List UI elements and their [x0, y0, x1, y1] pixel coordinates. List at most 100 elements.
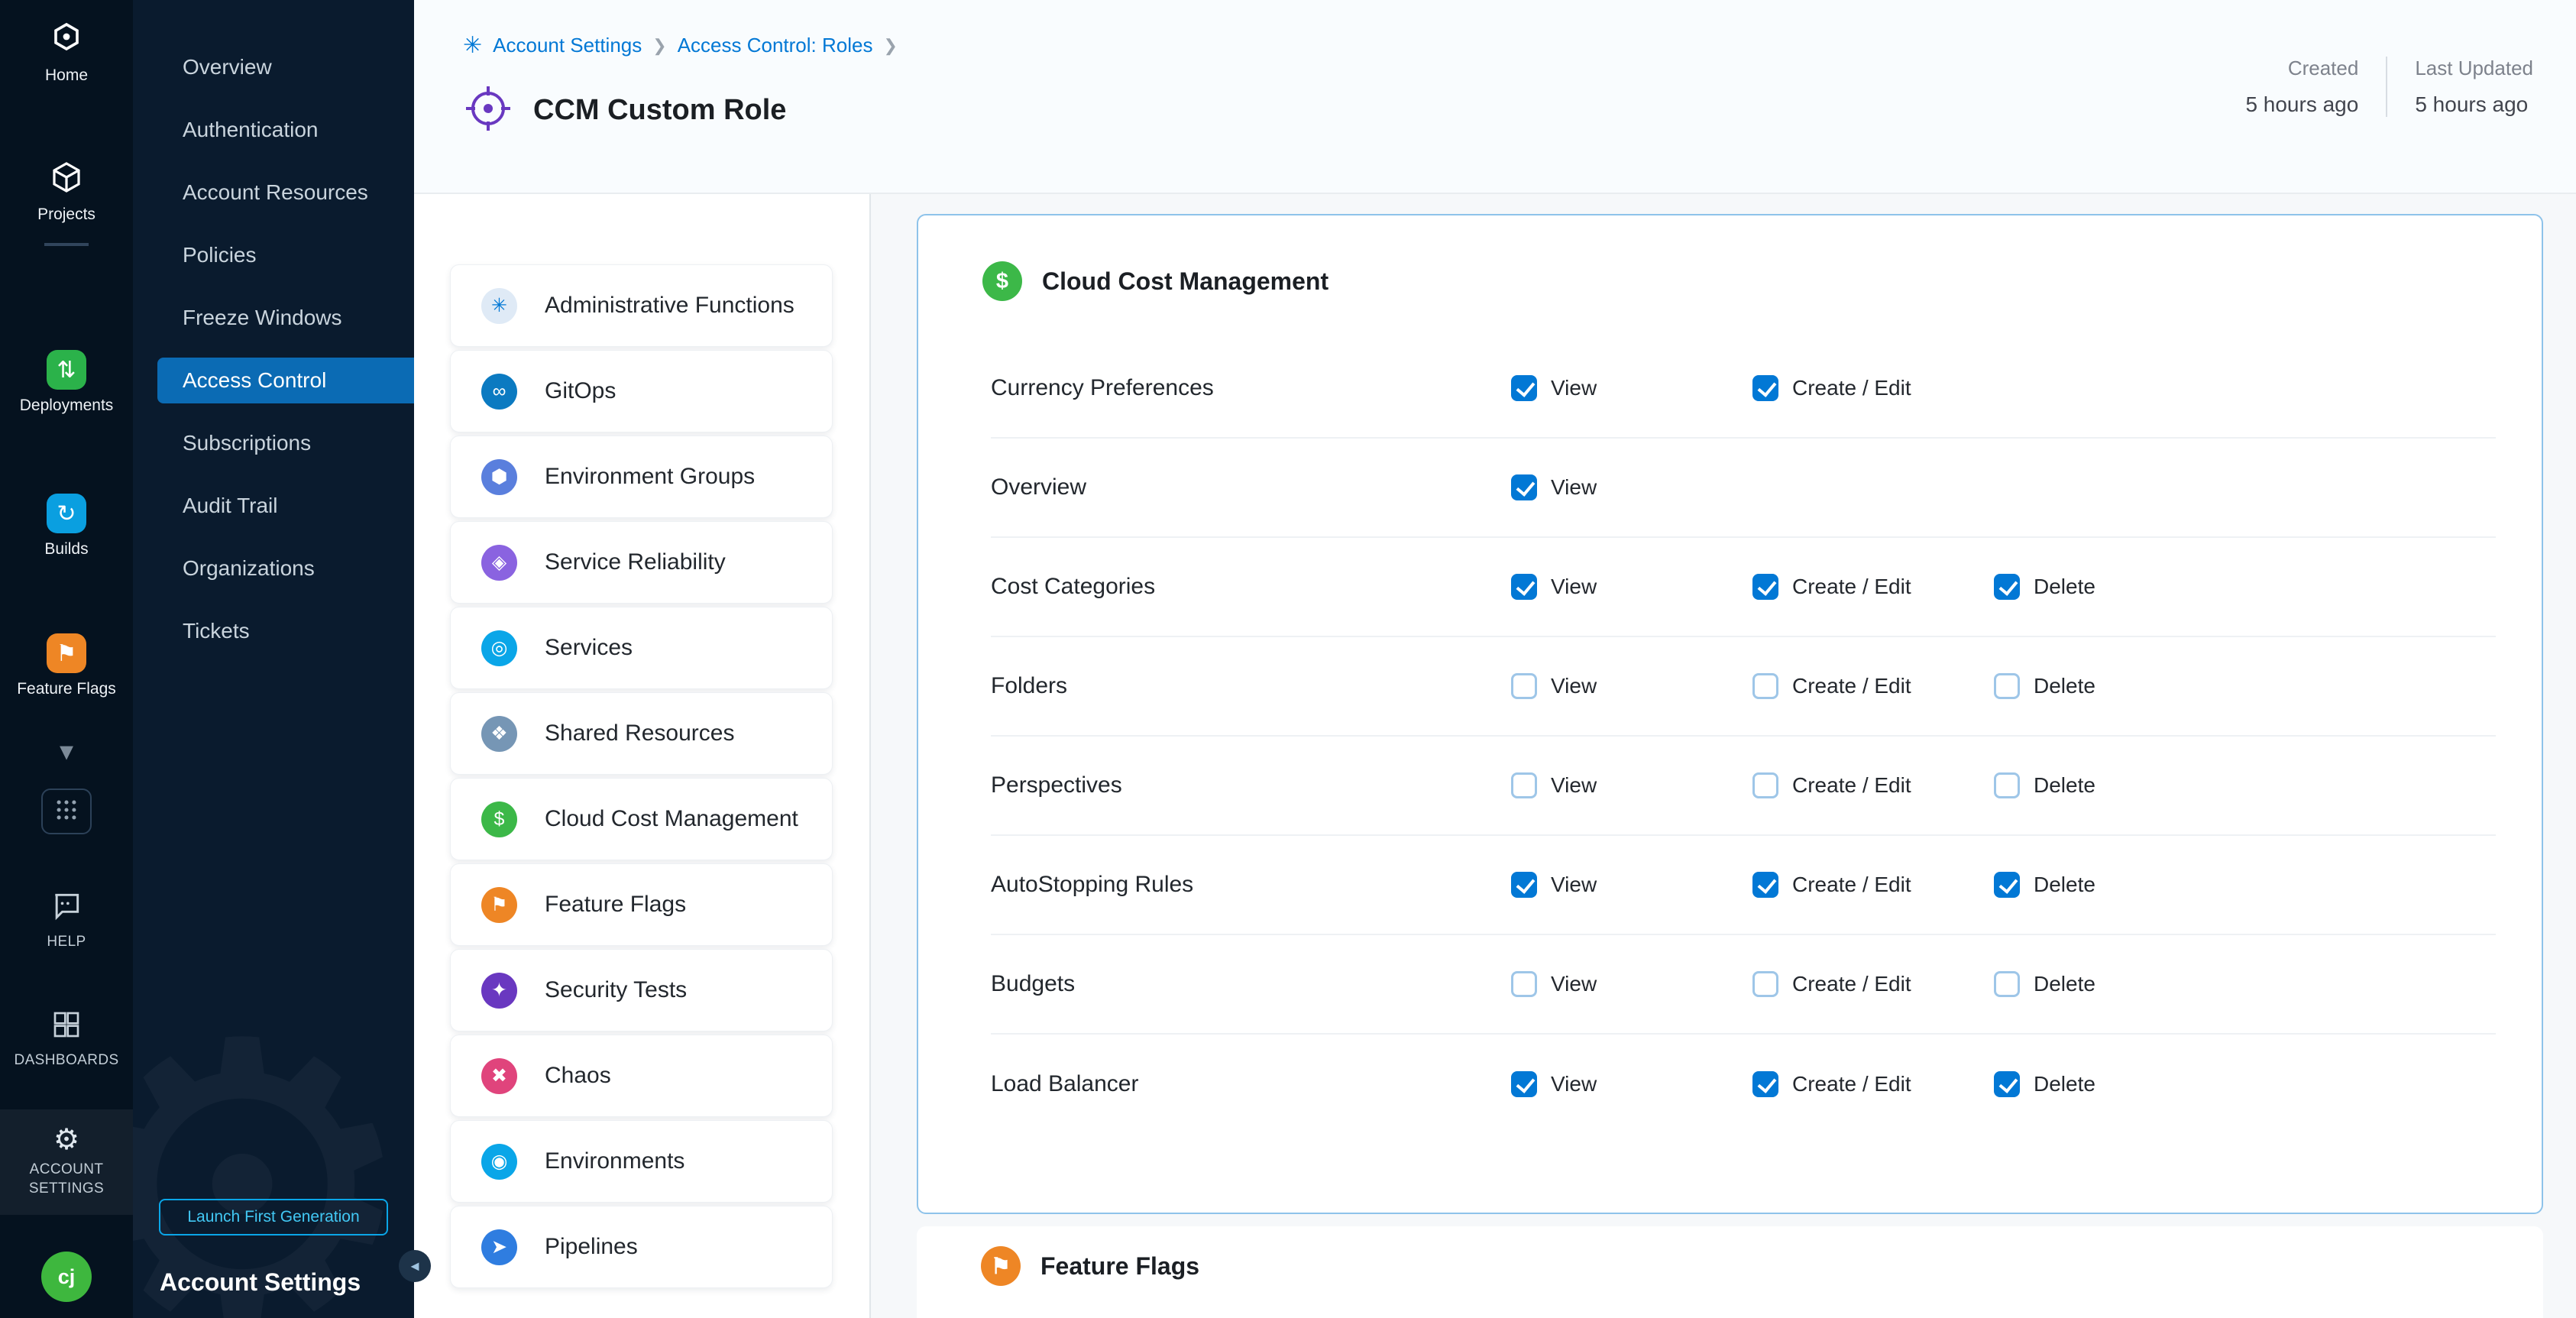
permission-rows: Currency PreferencesViewCreate / EditOve…: [918, 339, 2542, 1134]
perm-cell-create-edit: Create / Edit: [1752, 375, 1994, 401]
module-card-services[interactable]: ◎Services: [450, 607, 833, 689]
perm-cell-view: View: [1511, 474, 1752, 500]
budgets-create-edit-checkbox[interactable]: [1752, 971, 1778, 997]
rail-item-projects[interactable]: Projects: [0, 159, 133, 224]
collapse-sidebar-button[interactable]: ◄: [399, 1250, 431, 1282]
currency-preferences-create-edit-checkbox[interactable]: [1752, 375, 1778, 401]
page-header: ✳ Account Settings ❯ Access Control: Rol…: [414, 0, 2576, 194]
module-card-feature-flags[interactable]: ⚑Feature Flags: [450, 863, 833, 946]
perm-cell-delete: Delete: [1994, 971, 2496, 997]
budgets-delete-checkbox[interactable]: [1994, 971, 2020, 997]
module-card-gitops[interactable]: ∞GitOps: [450, 350, 833, 432]
sidebar-item-organizations[interactable]: Organizations: [133, 546, 414, 591]
sidebar-item-authentication[interactable]: Authentication: [133, 107, 414, 153]
module-card-service-reliability[interactable]: ◈Service Reliability: [450, 521, 833, 604]
cost-categories-create-edit-checkbox[interactable]: [1752, 574, 1778, 600]
autostopping-rules-delete-checkbox[interactable]: [1994, 872, 2020, 898]
module-card-security-tests[interactable]: ✦Security Tests: [450, 949, 833, 1031]
sidebar-title: Account Settings: [160, 1268, 361, 1297]
perspectives-delete-checkbox[interactable]: [1994, 772, 2020, 798]
rail-item-account-settings[interactable]: ⚙ ACCOUNT SETTINGS: [0, 1109, 133, 1215]
perm-cell-view: View: [1511, 971, 1752, 997]
create-edit-label: Create / Edit: [1792, 674, 1911, 698]
rail-item-label: Deployments: [20, 397, 114, 415]
role-meta: Created 5 hours ago Last Updated 5 hours…: [2218, 57, 2561, 117]
rail-item-label: Projects: [37, 206, 95, 224]
rail-item-help[interactable]: HELP: [0, 886, 133, 952]
created-value: 5 hours ago: [2245, 92, 2358, 117]
rail-item-home[interactable]: Home: [0, 20, 133, 85]
sidebar-item-subscriptions[interactable]: Subscriptions: [133, 420, 414, 466]
sidebar-item-access-control[interactable]: Access Control: [157, 358, 414, 403]
permission-row-budgets: BudgetsViewCreate / EditDelete: [991, 935, 2496, 1035]
perm-cell-view: View: [1511, 574, 1752, 600]
rail-item-feature-flags[interactable]: ⚑ Feature Flags: [0, 633, 133, 698]
sidebar-menu: Overview Authentication Account Resources P…: [133, 0, 414, 654]
rail-item-deployments[interactable]: ⇅ Deployments: [0, 350, 133, 415]
gear-icon: ⚙: [53, 1125, 79, 1154]
load-balancer-view-checkbox[interactable]: [1511, 1071, 1537, 1097]
breadcrumb-access-control-roles[interactable]: Access Control: Roles: [678, 34, 873, 57]
created-label: Created: [2245, 57, 2358, 80]
module-card-shared-resources[interactable]: ❖Shared Resources: [450, 692, 833, 775]
load-balancer-create-edit-checkbox[interactable]: [1752, 1071, 1778, 1097]
delete-label: Delete: [2034, 972, 2095, 996]
resource-label: Load Balancer: [991, 1071, 1511, 1097]
folders-create-edit-checkbox[interactable]: [1752, 673, 1778, 699]
perm-cell-delete: Delete: [1994, 673, 2496, 699]
last-updated-meta: Last Updated 5 hours ago: [2387, 57, 2561, 117]
module-label: Services: [545, 635, 633, 661]
perspectives-view-checkbox[interactable]: [1511, 772, 1537, 798]
user-avatar[interactable]: cj: [41, 1252, 92, 1302]
cost-categories-delete-checkbox[interactable]: [1994, 574, 2020, 600]
app-root: Home Projects ⇅ Deployments ↻ Builds ⚑ F…: [0, 0, 2576, 1318]
sidebar-item-account-resources[interactable]: Account Resources: [133, 170, 414, 215]
load-balancer-delete-checkbox[interactable]: [1994, 1071, 2020, 1097]
view-label: View: [1551, 773, 1597, 798]
resource-label: Overview: [991, 474, 1511, 500]
module-browser-button[interactable]: [41, 789, 92, 834]
budgets-view-checkbox[interactable]: [1511, 971, 1537, 997]
module-card-chaos[interactable]: ✖Chaos: [450, 1035, 833, 1117]
delete-label: Delete: [2034, 873, 2095, 897]
view-label: View: [1551, 376, 1597, 400]
autostopping-rules-create-edit-checkbox[interactable]: [1752, 872, 1778, 898]
overview-view-checkbox[interactable]: [1511, 474, 1537, 500]
account-settings-icon: ✳: [463, 34, 482, 57]
currency-preferences-view-checkbox[interactable]: [1511, 375, 1537, 401]
environments-icon: ◉: [481, 1144, 517, 1180]
chevron-down-icon[interactable]: ▾: [0, 735, 133, 767]
settings-sidebar: ⚙ OverviewAuthenticationAccount Resource…: [133, 0, 414, 1318]
sidebar-item-freeze-windows[interactable]: Freeze Windows: [133, 295, 414, 341]
module-label: GitOps: [545, 378, 616, 404]
projects-icon: [47, 159, 86, 199]
module-card-pipelines[interactable]: ➤Pipelines: [450, 1206, 833, 1288]
folders-view-checkbox[interactable]: [1511, 673, 1537, 699]
module-card-cloud-cost-management[interactable]: $Cloud Cost Management: [450, 778, 833, 860]
rail-item-dashboards[interactable]: DASHBOARDS: [0, 1005, 133, 1070]
chevron-right-icon: ❯: [883, 36, 897, 56]
card-header: ⚑ Feature Flags: [917, 1246, 2543, 1286]
module-card-environment-groups[interactable]: ⬢Environment Groups: [450, 436, 833, 518]
module-card-administrative-functions[interactable]: ✳Administrative Functions: [450, 264, 833, 347]
module-card-environments[interactable]: ◉ Environments: [450, 1120, 833, 1203]
sidebar-item-audit-trail[interactable]: Audit Trail: [133, 483, 414, 529]
sidebar-item-policies[interactable]: Policies: [133, 232, 414, 278]
module-label: Environments: [545, 1148, 684, 1174]
section-title: Feature Flags: [1040, 1252, 1199, 1281]
sidebar-item-tickets[interactable]: Tickets: [133, 608, 414, 654]
permissions-pane: $ Cloud Cost Management Currency Prefere…: [871, 194, 2576, 1318]
sidebar-item-overview[interactable]: Overview: [133, 44, 414, 90]
card-title: Cloud Cost Management: [1042, 267, 1328, 296]
perspectives-create-edit-checkbox[interactable]: [1752, 772, 1778, 798]
rail-item-builds[interactable]: ↻ Builds: [0, 494, 133, 559]
permission-row-perspectives: PerspectivesViewCreate / EditDelete: [991, 737, 2496, 836]
launch-first-generation-button[interactable]: Launch First Generation: [159, 1199, 388, 1235]
folders-delete-checkbox[interactable]: [1994, 673, 2020, 699]
autostopping-rules-view-checkbox[interactable]: [1511, 872, 1537, 898]
breadcrumb-account-settings[interactable]: Account Settings: [493, 34, 642, 57]
security-tests-icon: ✦: [481, 973, 517, 1009]
feature-flags-section: ⚑ Feature Flags: [917, 1226, 2543, 1318]
cost-categories-view-checkbox[interactable]: [1511, 574, 1537, 600]
grid-icon: [53, 797, 79, 827]
